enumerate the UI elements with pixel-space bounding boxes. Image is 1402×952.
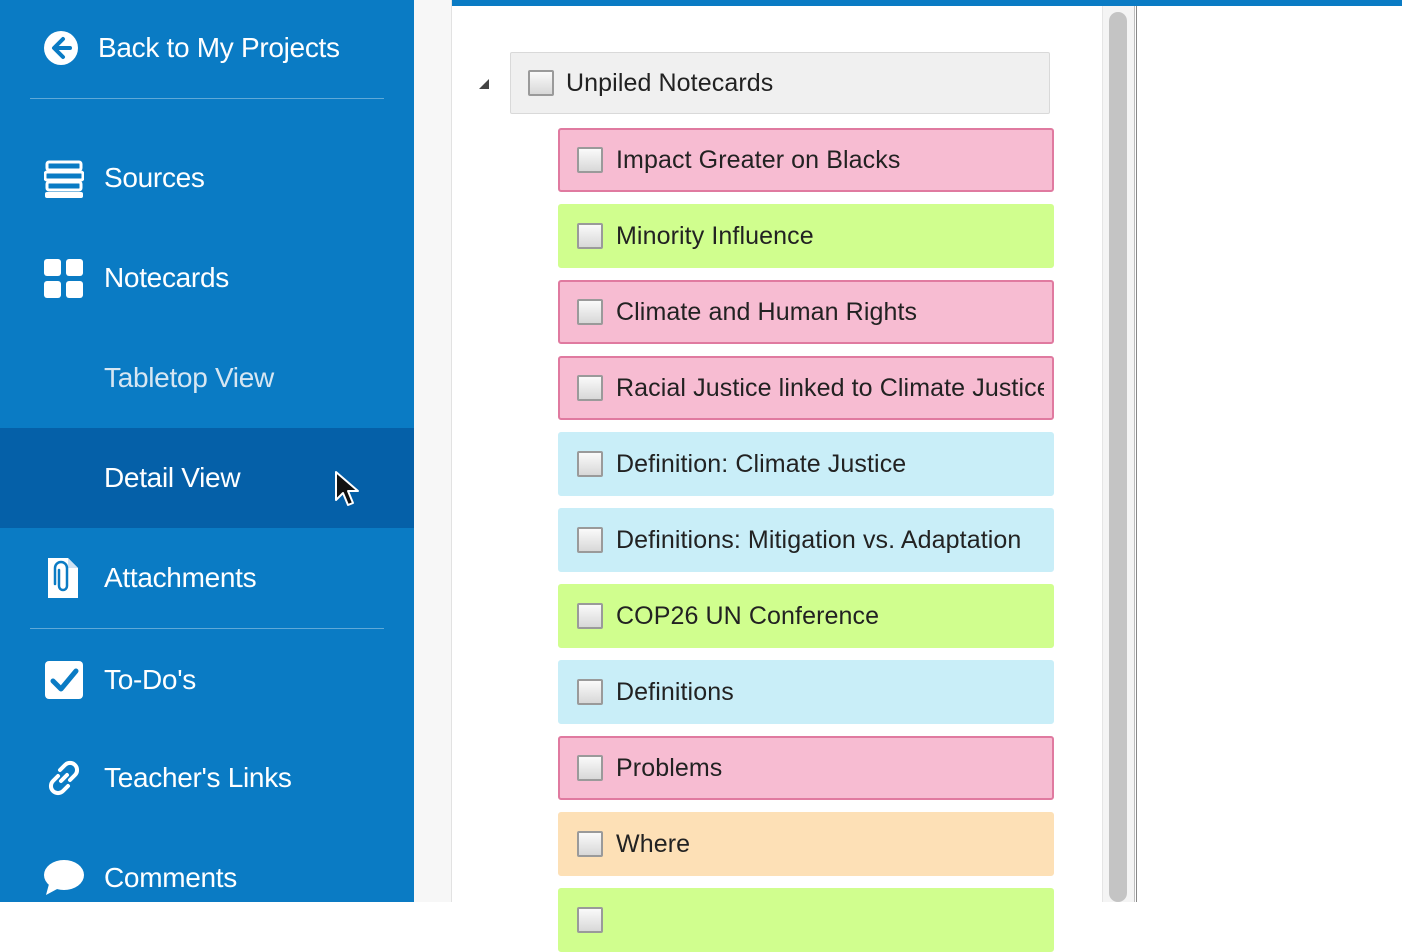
notecard-title: Definitions bbox=[616, 677, 734, 706]
notecard-checkbox[interactable] bbox=[577, 755, 603, 781]
notecard-title: Definition: Climate Justice bbox=[616, 449, 907, 478]
notecard-checkbox[interactable] bbox=[577, 679, 603, 705]
notecard-title: COP26 UN Conference bbox=[616, 601, 880, 630]
notecard-title: Where bbox=[616, 829, 691, 858]
sidebar-item-label: Sources bbox=[104, 162, 205, 193]
back-to-projects-link[interactable]: Back to My Projects bbox=[0, 0, 414, 98]
sidebar-item-label: Notecards bbox=[104, 262, 229, 293]
notecard-item[interactable]: Definition: Climate Justice bbox=[558, 432, 1054, 496]
notecard-item[interactable]: COP26 UN Conference bbox=[558, 584, 1054, 648]
sidebar-item-todos[interactable]: To-Do's bbox=[0, 630, 414, 730]
notecard-item[interactable]: Impact Greater on Blacks bbox=[558, 128, 1054, 192]
detail-pane bbox=[1136, 6, 1402, 902]
arrow-left-circle-icon bbox=[44, 31, 78, 65]
notecard-checkbox[interactable] bbox=[577, 603, 603, 629]
sidebar-item-sources[interactable]: Sources bbox=[0, 128, 414, 228]
sidebar-item-teachers-links[interactable]: Teacher's Links bbox=[0, 728, 414, 828]
notecard-item[interactable] bbox=[558, 888, 1054, 952]
root-label: Unpiled Notecards bbox=[566, 68, 774, 97]
comment-icon bbox=[44, 860, 84, 895]
sidebar-item-comments[interactable]: Comments bbox=[0, 828, 414, 928]
sidebar-item-tabletop-view[interactable]: Tabletop View bbox=[0, 328, 414, 428]
sidebar-item-attachments[interactable]: Attachments bbox=[0, 528, 414, 628]
attachment-icon bbox=[48, 558, 78, 598]
sidebar-divider bbox=[30, 98, 384, 99]
sidebar-item-label: Attachments bbox=[104, 562, 257, 593]
notecard-item[interactable]: Racial Justice linked to Climate Justice bbox=[558, 356, 1054, 420]
notecard-checkbox[interactable] bbox=[577, 527, 603, 553]
tree-root-unpiled-notecards[interactable]: Unpiled Notecards bbox=[510, 52, 1050, 114]
scrollbar-thumb[interactable] bbox=[1109, 12, 1127, 902]
notecard-item[interactable]: Where bbox=[558, 812, 1054, 876]
root-checkbox[interactable] bbox=[528, 70, 554, 96]
sources-icon bbox=[44, 160, 84, 198]
link-icon bbox=[48, 760, 80, 796]
sidebar-divider bbox=[30, 628, 384, 629]
sidebar: Back to My Projects Sources Notecards Ta… bbox=[0, 0, 414, 902]
back-to-projects-label: Back to My Projects bbox=[98, 32, 340, 63]
notecard-title: Problems bbox=[616, 753, 723, 782]
notecard-title: Minority Influence bbox=[616, 221, 814, 250]
grid-icon bbox=[44, 259, 83, 298]
notecard-checkbox[interactable] bbox=[577, 147, 603, 173]
notecard-title: Impact Greater on Blacks bbox=[616, 145, 901, 174]
notecard-item[interactable]: Minority Influence bbox=[558, 204, 1054, 268]
notecard-item[interactable]: Definitions: Mitigation vs. Adaptation bbox=[558, 508, 1054, 572]
sidebar-item-label: Detail View bbox=[104, 462, 241, 493]
notecard-checkbox[interactable] bbox=[577, 451, 603, 477]
notecard-item[interactable]: Problems bbox=[558, 736, 1054, 800]
mouse-cursor-icon bbox=[335, 471, 359, 506]
left-gutter bbox=[414, 0, 452, 902]
sidebar-item-label: Comments bbox=[104, 862, 237, 893]
notecard-title: Racial Justice linked to Climate Justice bbox=[616, 373, 1044, 402]
notecard-item[interactable]: Definitions bbox=[558, 660, 1054, 724]
notecard-item[interactable]: Climate and Human Rights bbox=[558, 280, 1054, 344]
notecard-checkbox[interactable] bbox=[577, 375, 603, 401]
sidebar-item-label: Tabletop View bbox=[104, 362, 274, 393]
notecard-checkbox[interactable] bbox=[577, 831, 603, 857]
notecard-checkbox[interactable] bbox=[577, 299, 603, 325]
notecard-title: Climate and Human Rights bbox=[616, 297, 918, 326]
notecard-checkbox[interactable] bbox=[577, 907, 603, 933]
sidebar-item-notecards[interactable]: Notecards bbox=[0, 228, 414, 328]
checkbox-icon bbox=[45, 661, 83, 699]
notecard-title: Definitions: Mitigation vs. Adaptation bbox=[616, 525, 1022, 554]
collapse-triangle-icon[interactable] bbox=[478, 78, 490, 90]
sidebar-item-label: To-Do's bbox=[104, 664, 196, 695]
sidebar-item-label: Teacher's Links bbox=[104, 762, 292, 793]
notecard-checkbox[interactable] bbox=[577, 223, 603, 249]
